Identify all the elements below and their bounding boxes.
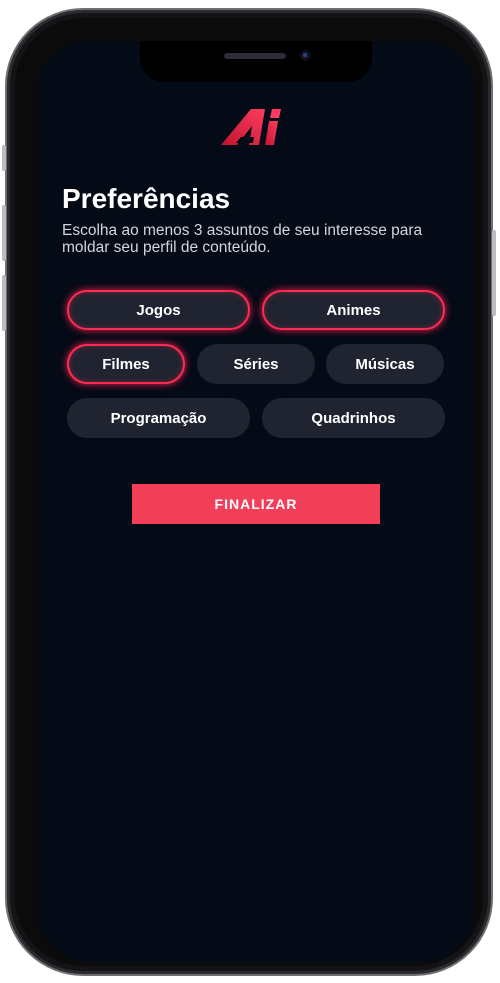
app-screen: Preferências Escolha ao menos 3 assuntos… — [37, 41, 475, 962]
tag-musicas[interactable]: Músicas — [326, 344, 444, 384]
volume-up-button — [2, 205, 6, 261]
tag-quadrinhos[interactable]: Quadrinhos — [262, 398, 445, 438]
finalize-button[interactable]: FINALIZAR — [132, 484, 380, 524]
tag-filmes[interactable]: Filmes — [67, 344, 185, 384]
tag-series[interactable]: Séries — [197, 344, 315, 384]
tag-animes[interactable]: Animes — [262, 290, 445, 330]
interest-tags: Jogos Animes Filmes Séries Músicas Progr… — [37, 41, 475, 441]
mute-switch — [2, 145, 6, 171]
volume-down-button — [2, 275, 6, 331]
phone-frame: Preferências Escolha ao menos 3 assuntos… — [2, 8, 496, 976]
tag-jogos[interactable]: Jogos — [67, 290, 250, 330]
tag-programacao[interactable]: Programação — [67, 398, 250, 438]
power-button — [492, 230, 496, 316]
